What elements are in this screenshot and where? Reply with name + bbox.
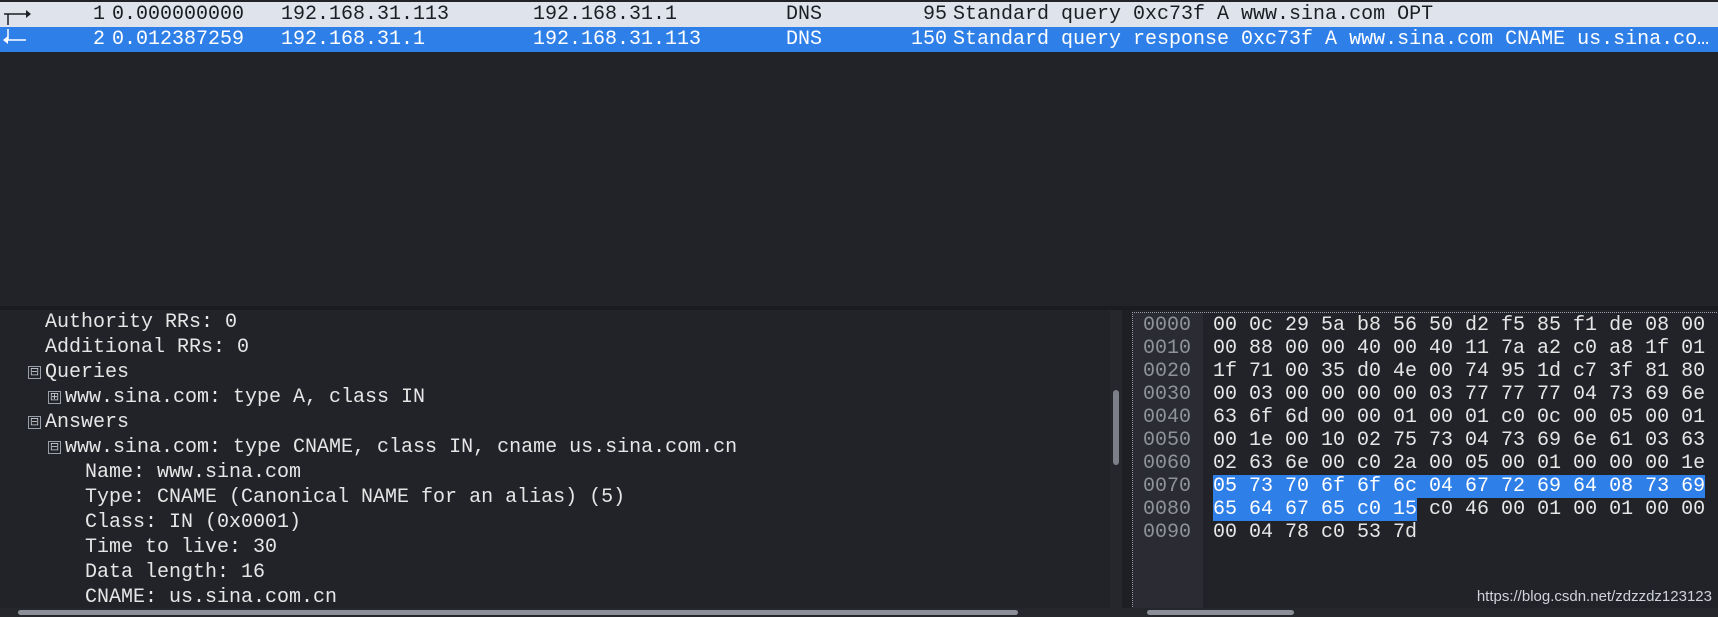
hex-row-partial-highlight[interactable]: 65 64 67 65 c0 15 c0 46 00 01 00 01 00 0… (1213, 497, 1705, 522)
tree-item-query-entry[interactable]: www.sina.com: type A, class IN (65, 385, 425, 410)
request-arrow-icon (4, 10, 31, 25)
collapse-toggle-icon[interactable]: ⊟ (48, 441, 61, 454)
details-scrollbar-thumb[interactable] (18, 610, 1018, 615)
packet-length: 150 (910, 28, 947, 51)
hex-row[interactable]: 00 0c 29 5a b8 56 50 d2 f5 85 f1 de 08 0… (1213, 313, 1705, 338)
hex-row-highlighted[interactable]: 05 73 70 6f 6f 6c 04 67 72 69 64 08 73 6… (1213, 474, 1706, 499)
packet-bytes-pane: 0000 0010 0020 0030 0040 0050 0060 0070 … (1132, 312, 1718, 609)
horizontal-scrollbar[interactable] (0, 608, 1718, 617)
tree-item-answer-entry[interactable]: www.sina.com: type CNAME, class IN, cnam… (65, 435, 737, 460)
packet-time: 0.012387259 (112, 28, 245, 51)
scrollbar-thumb[interactable] (1113, 390, 1119, 465)
byte-offset: 0030 (1143, 383, 1192, 406)
byte-offset: 0090 (1143, 521, 1192, 544)
byte-offset: 0080 (1143, 498, 1192, 521)
packet-length: 95 (922, 3, 947, 26)
packet-info: Standard query response 0xc73f A www.sin… (953, 28, 1710, 51)
byte-offset: 0010 (1143, 337, 1192, 360)
hex-row[interactable]: 02 63 6e 00 c0 2a 00 05 00 01 00 00 00 1… (1213, 451, 1705, 476)
expand-toggle-icon[interactable]: ⊞ (48, 391, 61, 404)
pane-splitter-vertical[interactable] (1122, 310, 1132, 608)
hex-bytes[interactable]: c0 46 00 01 00 01 00 00 (1417, 498, 1705, 521)
byte-offset: 0060 (1143, 452, 1192, 475)
hex-row[interactable]: 00 03 00 00 00 00 03 77 77 77 04 73 69 6… (1213, 382, 1705, 407)
packet-source: 192.168.31.1 (281, 28, 426, 51)
byte-offset: 0040 (1143, 406, 1192, 429)
hex-row[interactable]: 00 04 78 c0 53 7d (1213, 520, 1417, 545)
tree-item-additional-rrs[interactable]: Additional RRs: 0 (45, 335, 249, 360)
packet-time: 0.000000000 (112, 3, 245, 26)
tree-item-authority-rrs[interactable]: Authority RRs: 0 (45, 310, 237, 335)
packet-row[interactable]: 1 0.000000000 192.168.31.113 192.168.31.… (0, 2, 1718, 27)
byte-offset: 0070 (1143, 475, 1192, 498)
packet-destination: 192.168.31.113 (533, 28, 702, 51)
tree-item-queries[interactable]: Queries (45, 360, 129, 385)
hex-row[interactable]: 00 1e 00 10 02 75 73 04 73 69 6e 61 03 6… (1213, 428, 1705, 453)
tree-item-name[interactable]: Name: www.sina.com (85, 460, 301, 485)
watermark-url: https://blog.csdn.net/zdzzdz123123 (1476, 588, 1712, 605)
packet-details-tree: Authority RRs: 0 Additional RRs: 0 ⊟ Que… (0, 310, 1110, 608)
packet-list: 1 0.000000000 192.168.31.113 192.168.31.… (0, 0, 1718, 306)
response-arrow-icon (3, 29, 26, 44)
bytes-scrollbar-thumb[interactable] (1147, 610, 1294, 615)
packet-no: 2 (92, 28, 105, 51)
tree-item-answers[interactable]: Answers (45, 410, 129, 435)
packet-info: Standard query 0xc73f A www.sina.com OPT (953, 3, 1434, 26)
byte-offset: 0050 (1143, 429, 1192, 452)
byte-offset: 0020 (1143, 360, 1192, 383)
collapse-toggle-icon[interactable]: ⊟ (28, 366, 41, 379)
tree-item-class[interactable]: Class: IN (0x0001) (85, 510, 301, 535)
hex-row[interactable]: 00 88 00 00 40 00 40 11 7a a2 c0 a8 1f 0… (1213, 336, 1705, 361)
hex-row[interactable]: 63 6f 6d 00 00 01 00 01 c0 0c 00 05 00 0… (1213, 405, 1705, 430)
packet-no: 1 (92, 3, 105, 26)
tree-item-type[interactable]: Type: CNAME (Canonical NAME for an alias… (85, 485, 625, 510)
packet-protocol: DNS (786, 28, 823, 51)
packet-protocol: DNS (786, 3, 823, 26)
selected-bytes[interactable]: 05 73 70 6f 6f 6c 04 67 72 69 64 08 73 6… (1213, 475, 1706, 498)
details-vertical-scrollbar[interactable] (1110, 310, 1122, 608)
byte-offset: 0000 (1143, 314, 1192, 337)
tree-item-data-length[interactable]: Data length: 16 (85, 560, 265, 585)
tree-item-ttl[interactable]: Time to live: 30 (85, 535, 277, 560)
tree-item-cname[interactable]: CNAME: us.sina.com.cn (85, 585, 337, 608)
packet-destination: 192.168.31.1 (533, 3, 678, 26)
collapse-toggle-icon[interactable]: ⊟ (28, 416, 41, 429)
packet-row-selected[interactable]: 2 0.012387259 192.168.31.1 192.168.31.11… (0, 27, 1718, 52)
packet-source: 192.168.31.113 (281, 3, 450, 26)
hex-row[interactable]: 1f 71 00 35 d0 4e 00 74 95 1d c7 3f 81 8… (1213, 359, 1705, 384)
selected-bytes[interactable]: 65 64 67 65 c0 15 (1213, 498, 1418, 521)
